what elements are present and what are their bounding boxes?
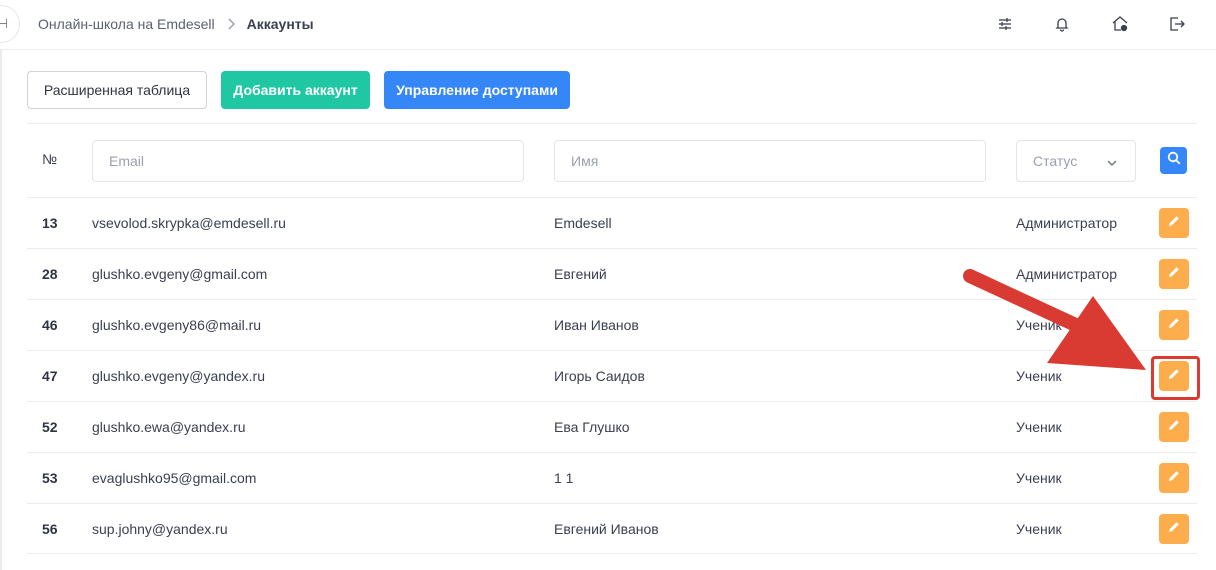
add-account-button[interactable]: Добавить аккаунт bbox=[221, 71, 370, 109]
table-row: 47 glushko.evgeny@yandex.ru Игорь Саидов… bbox=[27, 350, 1197, 401]
edit-button[interactable] bbox=[1159, 259, 1189, 289]
edit-button[interactable] bbox=[1159, 514, 1189, 544]
annotation-highlight-box bbox=[1151, 356, 1200, 400]
pencil-icon bbox=[1167, 418, 1181, 437]
breadcrumb-school-link[interactable]: Онлайн-школа на Emdesell bbox=[38, 16, 215, 32]
row-id: 28 bbox=[42, 266, 58, 282]
search-button[interactable] bbox=[1160, 147, 1187, 174]
row-name: Emdesell bbox=[554, 215, 612, 231]
extended-table-button[interactable]: Расширенная таблица bbox=[27, 71, 207, 109]
breadcrumb-current: Аккаунты bbox=[246, 16, 314, 32]
table-row: 46 glushko.evgeny86@mail.ru Иван Иванов … bbox=[27, 299, 1197, 350]
table-row: 13 vsevolod.skrypka@emdesell.ru Emdesell… bbox=[27, 197, 1197, 248]
row-id: 53 bbox=[42, 470, 58, 486]
row-id: 47 bbox=[42, 368, 58, 384]
row-status: Ученик bbox=[1016, 368, 1062, 384]
row-status: Ученик bbox=[1016, 470, 1062, 486]
row-name: 1 1 bbox=[554, 470, 574, 486]
bell-icon[interactable] bbox=[1052, 14, 1072, 34]
row-name: Евгений bbox=[554, 266, 607, 282]
chevron-right-icon bbox=[227, 18, 235, 30]
pencil-icon bbox=[1167, 316, 1181, 335]
left-divider bbox=[0, 50, 2, 570]
edit-button[interactable] bbox=[1159, 310, 1189, 340]
table-row: 53 evaglushko95@gmail.com 1 1 Ученик bbox=[27, 452, 1197, 503]
search-icon bbox=[1167, 151, 1181, 170]
pencil-icon bbox=[1167, 265, 1181, 284]
sliders-icon[interactable] bbox=[995, 14, 1015, 34]
row-id: 56 bbox=[42, 521, 58, 537]
row-name: Евгений Иванов bbox=[554, 521, 659, 537]
row-name: Игорь Саидов bbox=[554, 368, 645, 384]
row-id: 46 bbox=[42, 317, 58, 333]
row-status: Ученик bbox=[1016, 419, 1062, 435]
row-email: evaglushko95@gmail.com bbox=[92, 470, 257, 486]
row-status: Ученик bbox=[1016, 317, 1062, 333]
row-email: glushko.evgeny@yandex.ru bbox=[92, 368, 265, 384]
table-row: 56 sup.johny@yandex.ru Евгений Иванов Уч… bbox=[27, 503, 1197, 554]
edit-button[interactable] bbox=[1159, 412, 1189, 442]
row-email: glushko.evgeny86@mail.ru bbox=[92, 317, 262, 333]
row-id: 13 bbox=[42, 215, 58, 231]
row-email: sup.johny@yandex.ru bbox=[92, 521, 228, 537]
row-name: Ева Глушко bbox=[554, 419, 630, 435]
edit-button[interactable] bbox=[1159, 463, 1189, 493]
row-status: Ученик bbox=[1016, 521, 1062, 537]
chevron-down-icon bbox=[1107, 155, 1117, 171]
breadcrumb: Онлайн-школа на Emdesell Аккаунты bbox=[38, 16, 314, 32]
pencil-icon bbox=[1167, 520, 1181, 539]
table-row: 28 glushko.evgeny@gmail.com Евгений Адми… bbox=[27, 248, 1197, 299]
divider bbox=[27, 123, 1197, 124]
manage-access-button[interactable]: Управление доступами bbox=[384, 71, 570, 109]
email-filter-input[interactable] bbox=[92, 140, 524, 182]
row-name: Иван Иванов bbox=[554, 317, 639, 333]
row-id: 52 bbox=[42, 419, 58, 435]
row-status: Администратор bbox=[1016, 215, 1118, 231]
row-email: glushko.evgeny@gmail.com bbox=[92, 266, 268, 282]
top-header: ⊣ Онлайн-школа на Emdesell Аккаунты bbox=[0, 0, 1216, 50]
edit-button[interactable] bbox=[1159, 208, 1189, 238]
table-row: 52 glushko.ewa@yandex.ru Ева Глушко Учен… bbox=[27, 401, 1197, 452]
row-email: glushko.ewa@yandex.ru bbox=[92, 419, 246, 435]
row-email: vsevolod.skrypka@emdesell.ru bbox=[92, 215, 286, 231]
collapse-icon: ⊣ bbox=[0, 16, 8, 31]
pencil-icon bbox=[1167, 214, 1181, 233]
row-status: Администратор bbox=[1016, 266, 1118, 282]
home-settings-icon[interactable] bbox=[1110, 14, 1130, 34]
sidebar-toggle-button[interactable]: ⊣ bbox=[0, 5, 20, 43]
number-column-header: № bbox=[42, 151, 58, 167]
name-filter-input[interactable] bbox=[554, 140, 986, 182]
status-select-label: Статус bbox=[1033, 153, 1078, 169]
status-filter-select[interactable]: Статус bbox=[1016, 140, 1136, 182]
logout-icon[interactable] bbox=[1167, 14, 1187, 34]
pencil-icon bbox=[1167, 469, 1181, 488]
